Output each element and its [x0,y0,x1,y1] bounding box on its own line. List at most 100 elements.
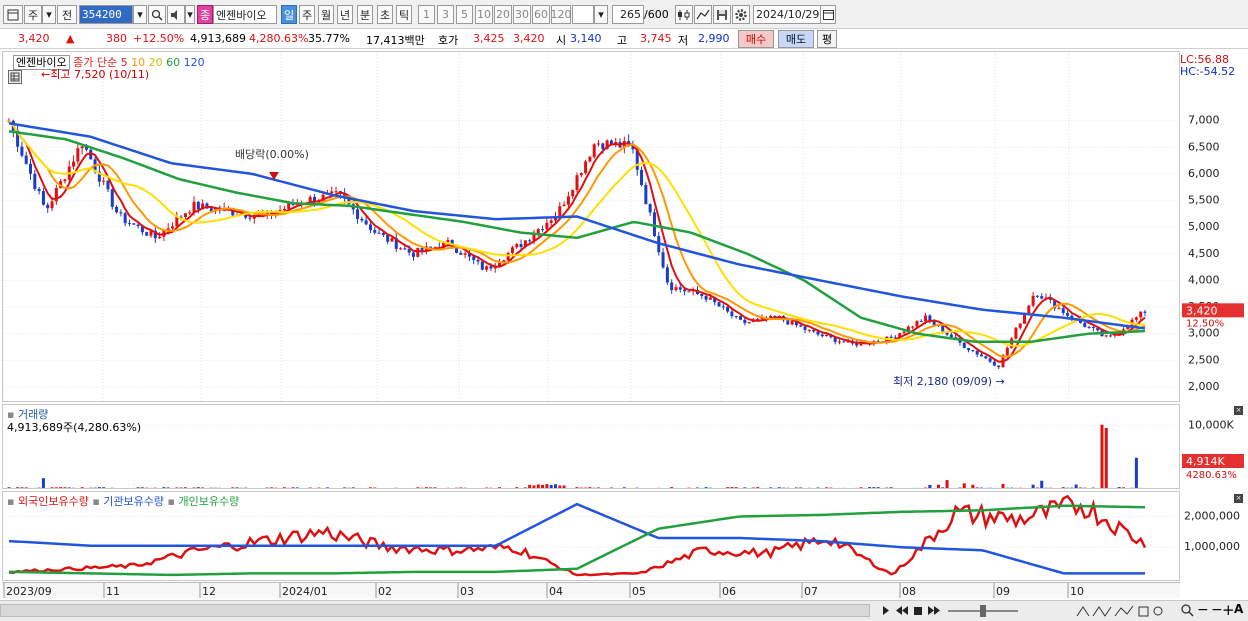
candle-body [127,223,131,225]
interval-tick-tab[interactable]: 틱 [396,5,412,24]
candle-body [992,361,996,366]
interval-second-tab[interactable]: 초 [377,5,393,24]
legend-ma120: 120 [183,56,205,69]
volume-bar [679,488,682,489]
custom-step-dropdown-icon[interactable]: ▾ [594,5,608,24]
volume-bar [799,487,803,488]
search-icon[interactable] [148,5,166,24]
close-holdings-panel-icon[interactable]: × [1234,494,1243,503]
volume-bar [489,487,493,488]
volume-bar [979,487,983,488]
volume-bar [777,487,781,488]
volume-bar [1139,487,1143,488]
calendar-icon[interactable] [820,5,836,24]
volume-bar [304,488,307,489]
scroll-right-icon[interactable] [880,603,892,618]
volume-bar [438,488,441,489]
interval-day-tab[interactable]: 일 [281,5,297,24]
volume-bar [231,487,235,488]
volume-bar [67,487,71,488]
prev-selector[interactable]: 전 [57,5,77,24]
buy-button[interactable]: 매수 [738,30,774,48]
interval-minute-tab[interactable]: 분 [357,5,373,24]
step-button[interactable]: 1 [418,5,435,24]
rewind-icon[interactable] [895,603,909,618]
date-input[interactable]: 2024/10/29 [753,5,821,24]
last-rate-tag-text: 12.50% [1186,318,1224,329]
zoom-in-icon[interactable]: + [1222,601,1235,619]
candle-body [1018,323,1022,328]
volume-bar [898,487,902,488]
candle-body [665,267,669,283]
stock-code-dropdown-icon[interactable]: ▾ [133,5,147,24]
zoom-slider-handle[interactable] [980,605,986,617]
interval-month-tab[interactable]: 월 [318,5,334,24]
close-volume-panel-icon[interactable]: × [1234,406,1243,415]
volume-bar [390,488,393,489]
auto-scale-icon[interactable]: A [1234,602,1246,618]
step-button[interactable]: 20 [494,5,512,24]
eval-button[interactable]: 평 [817,30,837,48]
window-menu-icon[interactable] [3,5,23,24]
volume-bar [459,487,463,488]
volume-bar [7,487,11,488]
volume-axis: 10,000K 4,914K 4280.63% [1180,404,1248,489]
step-button[interactable]: 5 [456,5,473,24]
step-button[interactable]: 120 [551,5,572,24]
drawing-tools-icon[interactable] [1075,604,1170,618]
fast-forward-icon[interactable] [927,603,941,618]
candle-body [1014,327,1018,339]
scroll-track[interactable] [0,604,870,617]
holdings-panel[interactable]: ▪ 외국인보유수량 ▪ 기관보유수량 ▪ 개인보유수량 [2,491,1180,581]
sell-button[interactable]: 매도 [778,30,814,48]
x-tick-label: 02 [378,585,392,598]
speaker-icon[interactable] [167,5,185,24]
volume-bar [528,484,532,488]
zoom-icon[interactable] [1180,603,1194,618]
candle-body [41,191,45,205]
interval-year-tab[interactable]: 년 [337,5,353,24]
volume-bar [971,484,975,488]
stop-icon[interactable] [912,603,924,618]
bar-count-input[interactable]: 265 [612,5,644,24]
volume-panel[interactable]: ▪ 거래량 4,913,689주(4,280.63%) [2,404,1180,489]
candle-body [20,146,24,156]
volume-bar [300,488,303,489]
volume-bar [506,487,510,488]
interval-week-tab[interactable]: 주 [299,5,315,24]
legend-individual: 개인보유수량 [178,495,240,508]
volume-chart[interactable] [3,405,1180,489]
volume-bar [1130,487,1134,488]
candle-body [558,206,562,216]
speaker-dropdown-icon[interactable]: ▾ [185,5,195,24]
volume-bar [80,487,84,488]
step-button[interactable]: 60 [532,5,550,24]
volume-bar [619,488,622,489]
price-chart-panel[interactable]: 엔젠바이오 종가 단순 5 10 20 60 120 ←최고 7,520 (10… [2,51,1180,402]
draw-tool-icon[interactable] [694,5,712,24]
volume-bar [545,484,549,488]
period-type-selector[interactable]: 주 [24,5,42,24]
save-icon[interactable] [713,5,731,24]
chart-scrollbar[interactable]: − − + A [0,600,1248,621]
custom-step-input[interactable] [572,5,594,24]
volume-bar [1005,487,1009,488]
candle-body [820,334,824,337]
stock-name-field[interactable]: 엔젠바이오 [213,5,277,24]
step-button[interactable]: 3 [437,5,454,24]
step-button[interactable]: 10 [475,5,493,24]
price-chart[interactable] [3,52,1180,402]
zoom-out-icon[interactable]: − [1197,602,1209,618]
volume-bar [145,487,149,488]
stock-code-input[interactable]: 354200 [79,5,133,24]
candle-body [648,204,652,213]
candle-body [1134,317,1138,320]
price-tick-label: 2,500 [1188,353,1220,366]
period-dropdown-icon[interactable]: ▾ [42,5,56,24]
chart-type-icon[interactable] [675,5,693,24]
volume-bar [575,487,579,488]
step-button[interactable]: 30 [513,5,531,24]
volume-bar [816,487,820,488]
chart-grid-icon[interactable] [8,70,22,84]
gear-icon[interactable] [732,5,750,24]
